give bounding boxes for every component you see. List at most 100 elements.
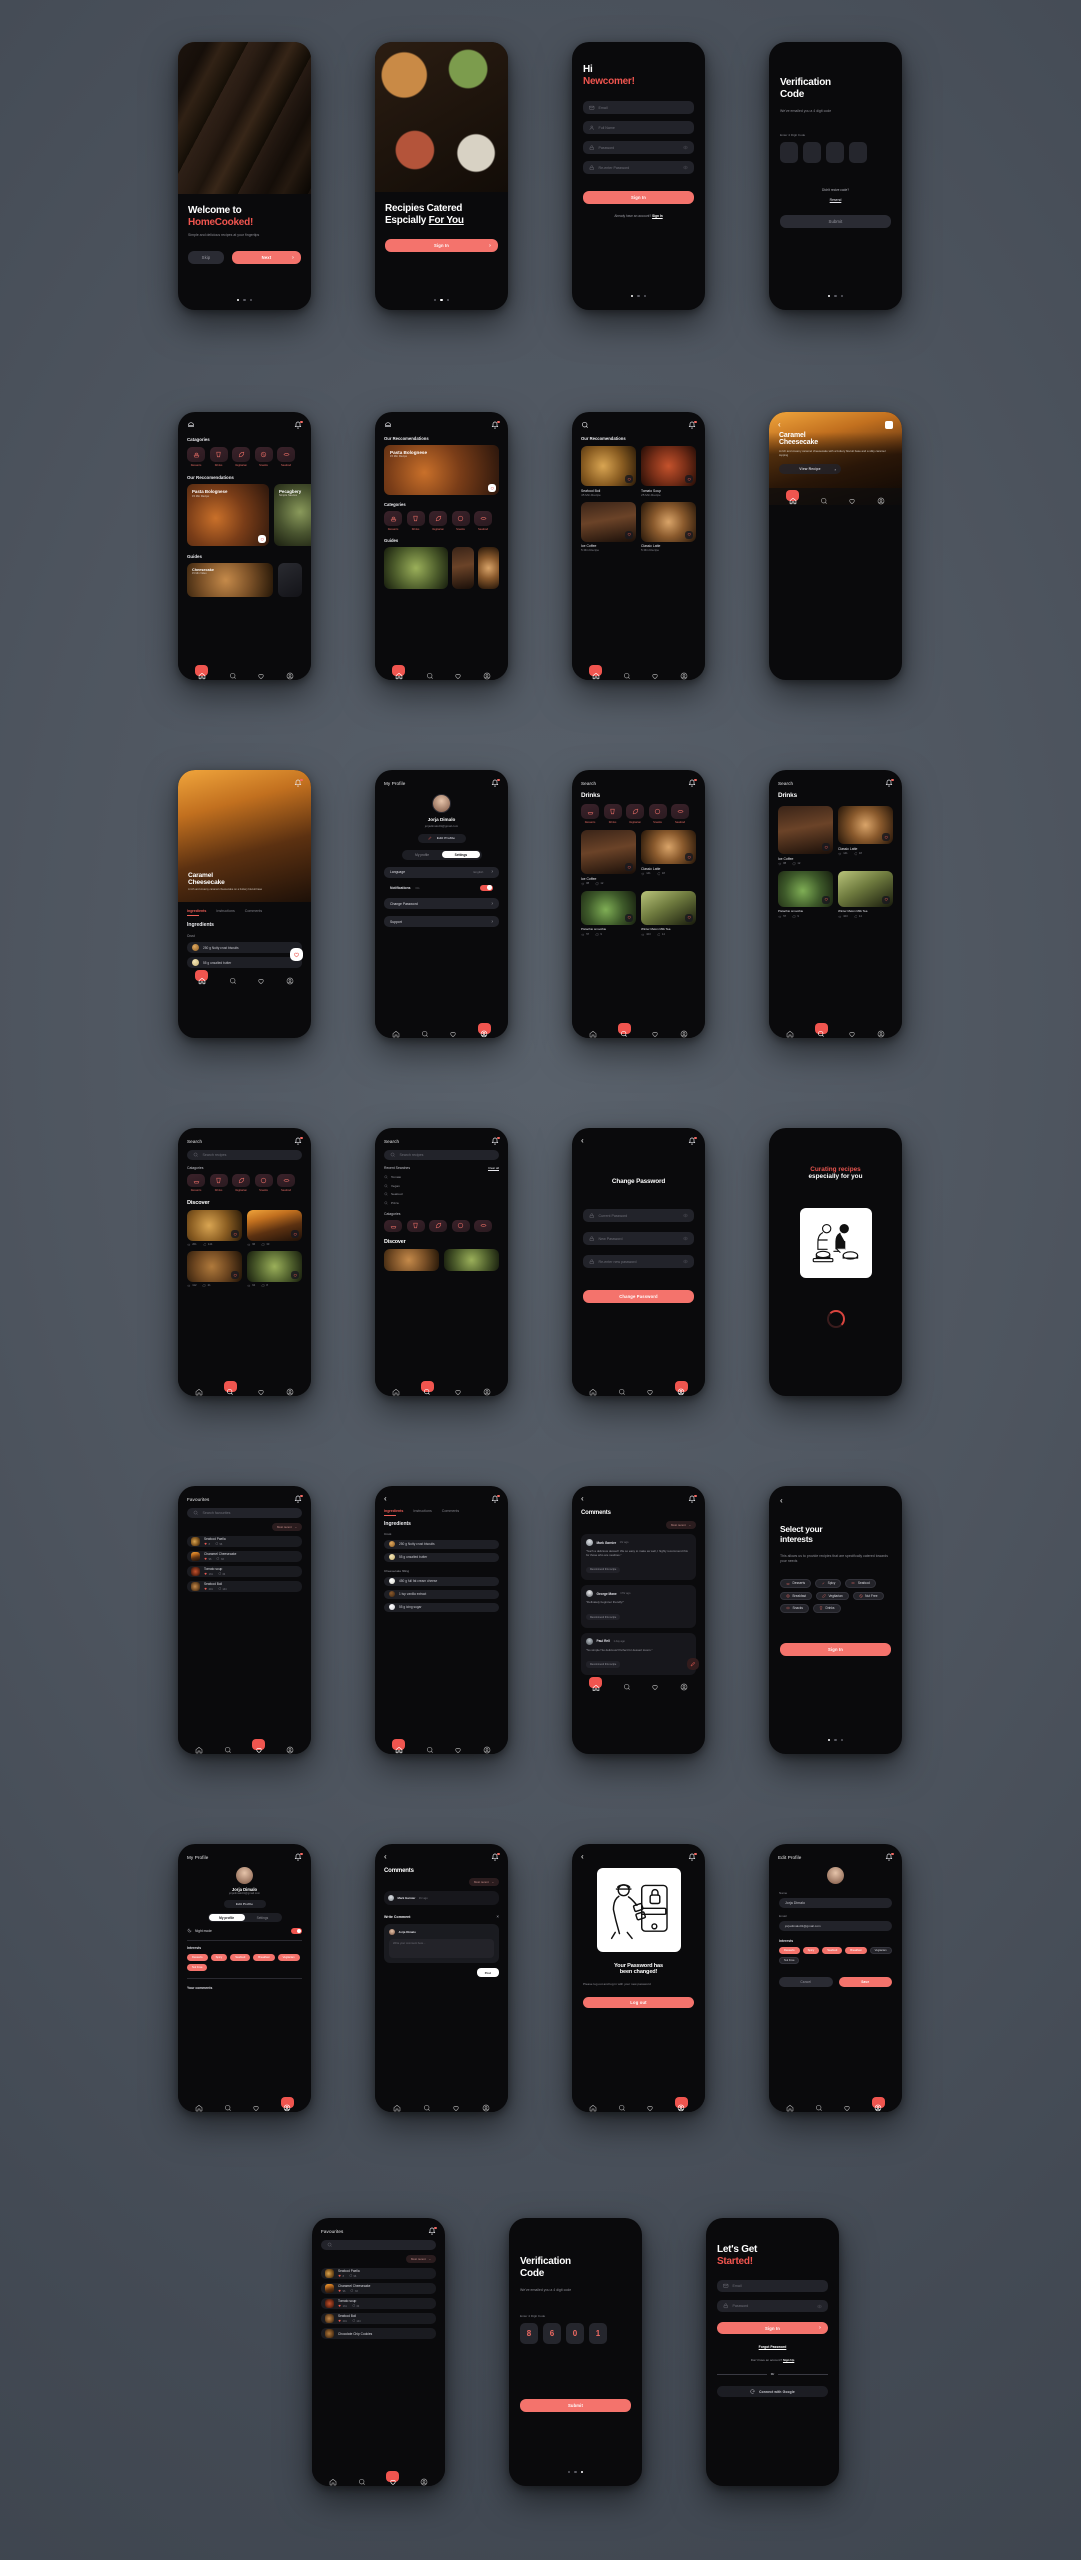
interest-tag[interactable]: Spicy [802,1947,820,1954]
notification-bell-icon[interactable] [491,778,500,787]
bottom-nav[interactable] [769,488,902,506]
nav-favourites[interactable] [454,667,462,679]
interest-tag[interactable]: Spicy [210,1954,228,1961]
nav-home[interactable] [589,2099,597,2111]
category-list[interactable] [384,1219,499,1232]
category-desserts[interactable]: Desserts [187,1174,205,1192]
nav-search[interactable] [618,1383,626,1395]
favourite-button[interactable] [231,1271,239,1280]
interest-tag-spicy[interactable]: Spicy [815,1579,842,1588]
skip-button[interactable]: Skip [188,251,224,265]
recipe-card[interactable]: Seafood Boil 45 Min Recipe [581,446,636,497]
back-icon[interactable]: ‹ [581,1137,584,1145]
nav-profile[interactable] [674,1381,688,1395]
profile-segmented-control[interactable]: My profile Settings [207,1913,282,1922]
interest-tag[interactable]: Nut Free [187,1964,208,1971]
nav-profile[interactable] [674,2097,688,2111]
nav-profile[interactable] [483,1741,491,1753]
nav-favourites[interactable] [257,1383,265,1395]
notification-bell-icon[interactable] [294,778,303,787]
dot-1[interactable] [630,294,633,297]
drink-card[interactable]: Classic Latte 141 18 [838,806,893,866]
guide-card-3[interactable] [478,547,500,589]
view-recipe-button[interactable]: View Recipe › [779,464,841,475]
tab-ingredients[interactable]: Ingredients [187,909,206,916]
change-password-row[interactable]: Change Password › [384,898,499,909]
discover-card[interactable] [444,1248,499,1271]
interest-tag-snacks[interactable]: Snacks [780,1604,809,1613]
dot-2[interactable] [834,1738,837,1741]
drink-card[interactable]: Pistachio smoothie 57 9 [581,890,636,937]
bottom-nav[interactable] [178,2095,311,2112]
recipe-tabs[interactable]: Ingredients Instructions Comments [384,1509,499,1516]
interest-tag[interactable]: Nut Free [779,1957,800,1964]
code-input-1[interactable] [780,142,798,164]
logout-button[interactable]: Log out [583,1996,694,2008]
renew-password-field[interactable]: Re-enter new password [583,1255,694,1268]
favourite-row[interactable]: Seafood Boil 201 144 [321,2313,436,2324]
signup-link[interactable]: Sign Up [783,2358,794,2362]
save-button[interactable]: Save [838,1977,892,1987]
favourite-button[interactable] [231,1230,239,1238]
nav-home[interactable] [786,490,800,505]
nav-search[interactable] [224,2099,232,2111]
nav-profile[interactable] [286,972,294,984]
notification-bell-icon[interactable] [688,420,697,429]
dot-3[interactable] [841,1738,844,1741]
nav-home[interactable] [786,1025,794,1037]
nav-profile[interactable] [483,667,491,679]
nav-home[interactable] [195,665,209,679]
favourite-row[interactable]: Tomato soup 131 34 [321,2298,436,2309]
notification-bell-icon[interactable] [885,778,894,787]
interest-tag[interactable]: Vegitarian [277,1954,300,1961]
notification-bell-icon[interactable] [885,1852,894,1861]
ingredient-row[interactable]: 450 g full fat cream cheese [384,1576,499,1586]
nav-search[interactable] [426,667,434,679]
guide-card-2[interactable] [451,547,475,589]
sort-button[interactable]: Most recent ⌄ [406,2255,436,2263]
recipe-card[interactable]: Ice Coffee 5 Min Recipe [581,501,636,552]
nav-profile[interactable] [877,492,885,504]
guide-card[interactable]: Cheesecake 15 Min Video [187,563,274,597]
interest-tags[interactable]: Desserts Spicy Seafood Breakfast Vegitar… [779,1947,892,1964]
favourite-button[interactable] [882,895,890,904]
category-drinks[interactable] [406,1219,425,1232]
nav-search[interactable] [420,1381,434,1395]
verify-submit-button[interactable]: Submit [520,2399,631,2413]
category-vegitarian[interactable]: Vegitarian [429,511,447,531]
back-icon[interactable]: ‹ [384,1853,387,1861]
nav-favourites[interactable] [386,2471,400,2485]
bottom-nav[interactable] [572,663,705,680]
nav-search[interactable] [421,1025,429,1037]
interests-signin-button[interactable]: Sign In [780,1642,891,1656]
favourite-button[interactable] [822,895,830,904]
tab-settings[interactable]: Settings [245,1914,281,1921]
ingredient-row[interactable]: 55 g icing sugar [384,1602,499,1612]
search-icon[interactable] [581,421,589,429]
tab-comments[interactable]: Comments [442,1509,459,1513]
recommend-button[interactable]: Recommend this recipe [586,1613,621,1621]
dot-2[interactable] [440,298,443,301]
nav-search[interactable] [820,492,828,504]
interest-tag[interactable]: Breakfast [845,1947,867,1954]
nav-search[interactable] [618,2099,626,2111]
bottom-nav[interactable] [572,2095,705,2112]
favourite-button[interactable] [882,833,890,841]
interest-tag-vegitarian[interactable]: Vegitarian [815,1591,849,1600]
nav-favourites[interactable] [252,2099,260,2111]
nav-search[interactable] [229,667,237,679]
interest-tags[interactable]: Desserts Spicy Seafood Breakfast Vegitar… [187,1954,302,1971]
favourite-row[interactable]: Charamel Cheesecake 96 33 [187,1551,302,1562]
nav-home[interactable] [392,1383,400,1395]
eye-icon[interactable] [816,2304,823,2309]
recent-item[interactable]: Vegan [384,1184,499,1188]
back-icon[interactable]: ‹ [384,1495,387,1503]
back-icon[interactable]: ‹ [581,1853,584,1861]
change-password-submit[interactable]: Change Password [583,1290,694,1303]
bottom-nav[interactable] [769,2095,902,2112]
guide-card-1[interactable] [384,547,448,589]
recipe-card-pasta[interactable]: Pasta Bolognese 15 Min Recipe [187,484,269,546]
eye-icon[interactable] [682,165,689,170]
pager-dots[interactable] [780,294,891,297]
nav-profile[interactable] [877,1025,885,1037]
